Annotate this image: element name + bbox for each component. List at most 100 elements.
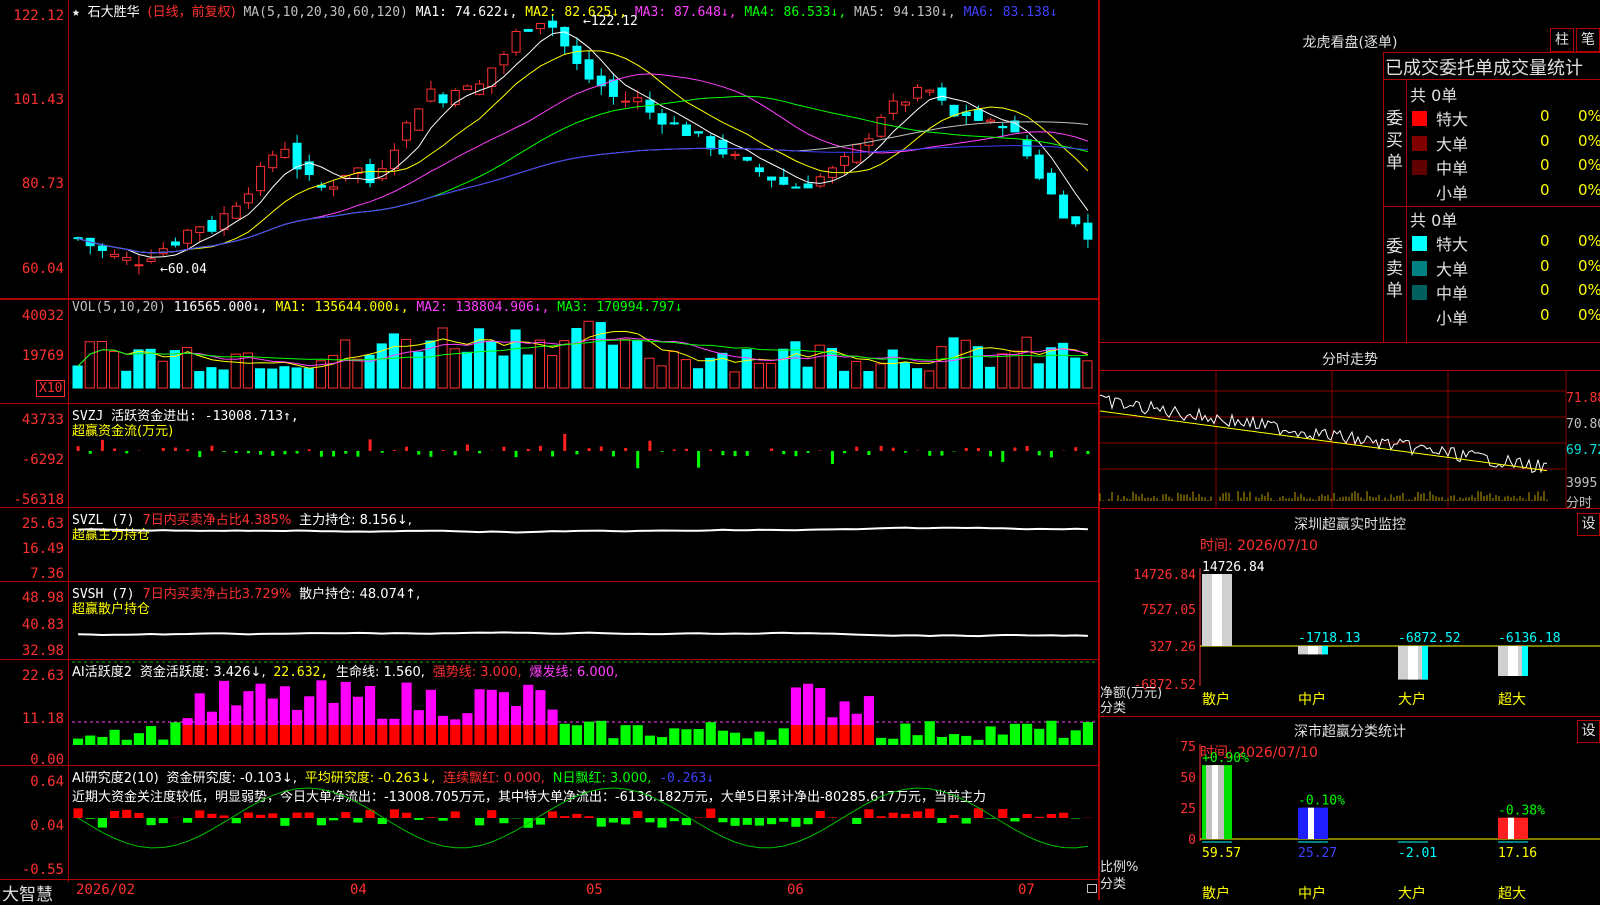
activity-bar [328, 702, 339, 725]
volume-bar [559, 340, 570, 389]
activity-bar [316, 680, 327, 725]
volume-bar [997, 353, 1008, 389]
candle [754, 167, 764, 173]
activity-bar [876, 737, 887, 745]
ai1-chart[interactable] [0, 660, 1098, 765]
activity-bar [389, 725, 400, 745]
activity-bar [717, 730, 728, 745]
order-pct: 0% [1578, 256, 1600, 275]
month-label: 05 [586, 882, 603, 898]
volume-bar [644, 357, 655, 389]
svzj-chart[interactable] [0, 404, 1098, 507]
order-pct: 0% [1578, 156, 1600, 174]
month-label: 04 [350, 882, 367, 898]
activity-bar [900, 723, 911, 745]
activity-bar [486, 689, 497, 725]
tick-mode-button[interactable]: 笔 [1576, 28, 1600, 52]
activity-bar [827, 717, 838, 725]
volume-bar [875, 363, 886, 389]
candle [243, 193, 253, 204]
candle [195, 226, 205, 234]
activity-bar [73, 738, 84, 745]
order-pct: 0% [1578, 107, 1600, 125]
candle [268, 154, 278, 169]
monitor-category: 中户 [1298, 691, 1326, 708]
candle [608, 79, 618, 97]
candle [913, 86, 923, 99]
candle [280, 148, 290, 158]
candle [572, 45, 582, 64]
order-pct: 0% [1578, 305, 1600, 324]
intraday-vol-axis: 3995 [1566, 476, 1598, 491]
activity-bar [304, 725, 315, 745]
volume-bar [778, 348, 789, 389]
activity-bar [97, 736, 108, 745]
activity-bar [851, 713, 862, 725]
activity-bar [851, 725, 862, 745]
volume-bar [340, 339, 351, 389]
activity-bar [328, 725, 339, 745]
monitor-bar-value: -6136.18 [1498, 631, 1561, 646]
activity-bar [243, 691, 254, 725]
brand-logo[interactable]: 大智慧 [2, 880, 53, 905]
candle [548, 20, 558, 28]
volume-bar [924, 370, 935, 389]
lock-icon[interactable] [1087, 884, 1097, 893]
volume-bar [206, 367, 217, 389]
volume-bar [863, 371, 874, 389]
candle [110, 253, 120, 258]
class-bar-value: 59.57 [1202, 846, 1241, 861]
order-color-swatch [1412, 135, 1427, 151]
volume-bar [267, 368, 278, 389]
activity-bar [608, 738, 619, 745]
svzl-chart[interactable] [0, 508, 1098, 581]
volume-bar [839, 370, 850, 389]
activity-bar [462, 713, 473, 725]
volume-bar [255, 368, 266, 389]
activity-bar [730, 732, 741, 745]
activity-bar [815, 687, 826, 725]
ma-line [77, 145, 1088, 254]
order-pct: 0% [1578, 131, 1600, 150]
order-color-swatch [1412, 236, 1427, 251]
intraday-chart[interactable] [1099, 371, 1600, 509]
volume-bar [985, 366, 996, 389]
candle [621, 100, 631, 103]
ai2-chart[interactable] [0, 766, 1098, 879]
activity-bar [365, 686, 376, 725]
activity-bar [1082, 722, 1093, 745]
candle [900, 101, 910, 106]
activity-bar [267, 698, 278, 725]
ma-line [77, 31, 1089, 258]
class-bar-highlight [1508, 817, 1514, 839]
sz-monitor-chart[interactable]: 14726.84 7527.05 327.26 -6872.52 14726.84 散户 -… [1100, 508, 1600, 713]
candle [888, 100, 898, 114]
candle [925, 89, 935, 93]
volume-chart[interactable] [0, 300, 1098, 403]
sz-class-chart[interactable]: 75 50 25 0 +0.90% 59.57 散户 -0.10% 25.27 中户 -2.01 大户… [1100, 716, 1600, 902]
svsh-chart[interactable] [0, 582, 1098, 659]
candle [462, 85, 472, 91]
activity-bar [255, 683, 266, 725]
activity-bar [754, 731, 765, 745]
class-category: 大户 [1398, 885, 1426, 902]
activity-bar [438, 725, 449, 745]
activity-bar [219, 680, 230, 725]
activity-bar [279, 686, 290, 725]
volume-bar [1070, 357, 1081, 389]
class-axis-label: 50 [1180, 771, 1196, 786]
activity-bar [182, 718, 193, 725]
bar-mode-button[interactable]: 柱 [1550, 28, 1574, 52]
ma-line [77, 50, 1089, 254]
volume-bar [936, 346, 947, 389]
activity-bar [474, 689, 485, 725]
activity-bar [206, 711, 217, 725]
activity-bar [365, 725, 376, 745]
candle [973, 109, 983, 121]
price-chart[interactable] [0, 0, 1098, 298]
volume-bar [510, 329, 521, 389]
volume-bar [498, 355, 509, 389]
activity-bar [255, 725, 266, 745]
order-color-swatch [1412, 285, 1427, 300]
order-count: 0 [1540, 305, 1550, 324]
